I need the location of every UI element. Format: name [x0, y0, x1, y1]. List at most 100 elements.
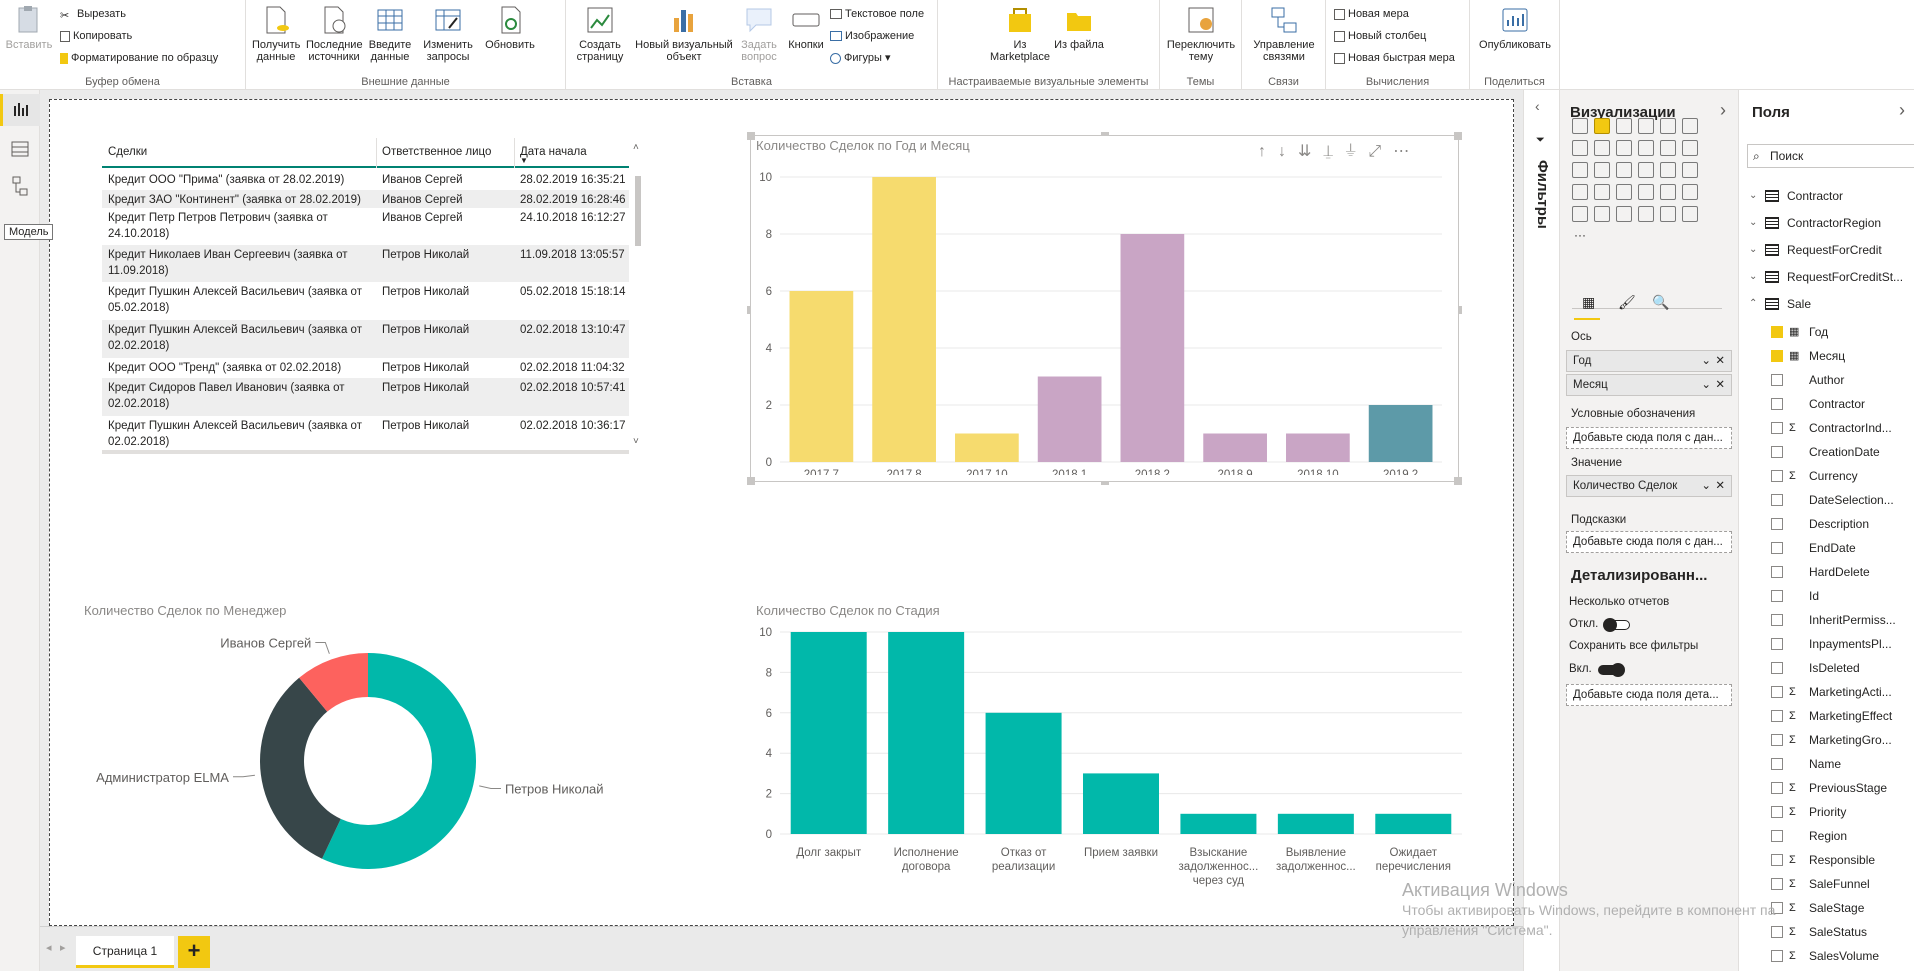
field-checkbox[interactable]	[1771, 326, 1783, 338]
chevron-down-icon[interactable]: ⌄	[1701, 476, 1711, 496]
resize-handle[interactable]	[1454, 132, 1462, 140]
remove-icon[interactable]: ✕	[1715, 351, 1725, 371]
field-item[interactable]: Author	[1739, 368, 1914, 392]
resize-handle[interactable]	[747, 477, 755, 485]
table-row[interactable]: Кредит ООО "Прима" (заявка от 28.02.2019…	[102, 170, 629, 190]
field-table-3[interactable]: ⌄ RequestForCreditSt...	[1739, 265, 1914, 289]
resize-handle[interactable]	[747, 132, 755, 140]
scroll-thumb[interactable]	[635, 176, 641, 246]
bar[interactable]	[888, 632, 965, 834]
visual-type-icon[interactable]	[1616, 118, 1632, 134]
column-header-date[interactable]: Дата начала	[520, 146, 587, 158]
field-checkbox[interactable]	[1771, 686, 1783, 698]
new-page-button[interactable]: Создать страницу	[572, 4, 628, 63]
more-visuals-icon[interactable]: ···	[1574, 228, 1586, 242]
field-checkbox[interactable]	[1771, 758, 1783, 770]
prev-page-icon[interactable]: ◂	[46, 941, 52, 954]
add-page-button[interactable]: +	[178, 936, 210, 968]
model-view-button[interactable]	[0, 170, 40, 202]
bar[interactable]	[1083, 773, 1159, 834]
tooltips-drop-zone[interactable]: Добавьте сюда поля с дан...	[1566, 531, 1732, 553]
chevron-right-icon[interactable]: ›	[1720, 100, 1726, 121]
scroll-down-icon[interactable]: ˅	[633, 436, 639, 447]
chevron-right-icon[interactable]: ⌄	[1749, 211, 1757, 235]
field-checkbox[interactable]	[1771, 494, 1783, 506]
visual-type-icon[interactable]	[1594, 140, 1610, 156]
chart-deals-by-stage[interactable]: 0 2 4 6 8 10 Долг закрыт Исполнение договора Отка…	[752, 622, 1472, 912]
deals-table[interactable]: Сделки Ответственное лицо Дата начала ▼ …	[102, 138, 657, 462]
field-item[interactable]: InpaymentsPl...	[1739, 632, 1914, 656]
bar[interactable]	[985, 712, 1062, 834]
field-item[interactable]: HardDelete	[1739, 560, 1914, 584]
field-table-0[interactable]: ⌄ Contractor	[1739, 184, 1914, 208]
field-checkbox[interactable]	[1771, 374, 1783, 386]
visual-type-icon[interactable]	[1572, 118, 1588, 134]
field-item[interactable]: ▦ Месяц	[1739, 344, 1914, 368]
column-header-deals[interactable]: Сделки	[108, 146, 147, 158]
new-measure-button[interactable]: Новая мера	[1334, 5, 1409, 23]
field-checkbox[interactable]	[1771, 806, 1783, 818]
visual-type-icon[interactable]	[1660, 118, 1676, 134]
field-checkbox[interactable]	[1771, 590, 1783, 602]
chevron-right-icon[interactable]: ⌄	[1749, 184, 1757, 208]
visual-type-icon[interactable]	[1616, 184, 1632, 200]
axis-field-year[interactable]: Год ⌄ ✕	[1566, 350, 1732, 372]
column-separator[interactable]	[514, 138, 515, 168]
publish-button[interactable]: Опубликовать	[1474, 4, 1556, 51]
resize-handle[interactable]	[1101, 481, 1109, 485]
visual-type-icon[interactable]	[1682, 206, 1698, 222]
table-row[interactable]: Кредит Пушкин Алексей Васильевич (заявка…	[102, 320, 629, 358]
chevron-down-icon[interactable]: ⌄	[1701, 375, 1711, 395]
field-item[interactable]: EndDate	[1739, 536, 1914, 560]
manage-relations-button[interactable]: Управление связями	[1246, 4, 1322, 63]
cut-button[interactable]: ✂ Вырезать	[60, 5, 126, 23]
from-marketplace-button[interactable]: Из Marketplace	[990, 4, 1050, 63]
field-item[interactable]: Σ Responsible	[1739, 848, 1914, 872]
field-item[interactable]: Σ MarketingEffect	[1739, 704, 1914, 728]
field-checkbox[interactable]	[1771, 422, 1783, 434]
axis-field-month[interactable]: Месяц ⌄ ✕	[1566, 374, 1732, 396]
visual-type-icon[interactable]	[1638, 140, 1654, 156]
visual-type-icon[interactable]	[1572, 184, 1588, 200]
field-checkbox[interactable]	[1771, 614, 1783, 626]
field-checkbox[interactable]	[1771, 350, 1783, 362]
visual-type-icon[interactable]	[1660, 140, 1676, 156]
bar[interactable]	[1180, 813, 1257, 834]
field-checkbox[interactable]	[1771, 398, 1783, 410]
refresh-button[interactable]: Обновить	[482, 4, 538, 51]
buttons-button[interactable]: Кнопки	[784, 4, 828, 51]
visual-type-icon[interactable]	[1572, 206, 1588, 222]
field-item[interactable]: DateSelection...	[1739, 488, 1914, 512]
table-row[interactable]: Кредит ЗАО "Континент" (заявка от 28.02.…	[102, 190, 629, 208]
shapes-button[interactable]: Фигуры ▾	[830, 49, 891, 67]
format-paint-roller-icon[interactable]: 🖌	[1618, 294, 1636, 311]
bar[interactable]	[789, 291, 854, 462]
resize-handle[interactable]	[1458, 306, 1462, 314]
report-page[interactable]: Сделки Ответственное лицо Дата начала ▼ …	[49, 99, 1514, 926]
field-item[interactable]: Σ MarketingGro...	[1739, 728, 1914, 752]
visual-type-icon[interactable]	[1594, 162, 1610, 178]
visual-type-icon[interactable]	[1638, 118, 1654, 134]
field-table-4[interactable]: ⌃ Sale	[1739, 292, 1914, 316]
table-row[interactable]: Кредит Пушкин Алексей Васильевич (заявка…	[102, 416, 629, 454]
enter-data-button[interactable]: Введите данные	[366, 4, 414, 63]
bar[interactable]	[1277, 813, 1354, 834]
visual-type-icon[interactable]	[1638, 162, 1654, 178]
new-column-button[interactable]: Новый столбец	[1334, 27, 1426, 45]
table-row[interactable]: Кредит Петр Петров Петрович (заявка от 2…	[102, 208, 629, 245]
bar[interactable]	[872, 177, 936, 462]
next-page-icon[interactable]: ▸	[60, 941, 66, 954]
visual-type-icon[interactable]	[1638, 184, 1654, 200]
remove-icon[interactable]: ✕	[1715, 476, 1725, 496]
field-checkbox[interactable]	[1771, 542, 1783, 554]
edit-queries-button[interactable]: Изменить запросы	[420, 4, 476, 63]
report-view-button[interactable]	[0, 94, 40, 126]
column-header-person[interactable]: Ответственное лицо	[382, 146, 491, 158]
table-row[interactable]: Кредит Сидоров Павел Иванович (заявка от…	[102, 378, 629, 416]
visual-type-icon[interactable]	[1660, 162, 1676, 178]
from-file-button[interactable]: Из файла	[1054, 4, 1104, 51]
table-scrollbar[interactable]: ˄ ˅	[633, 142, 643, 447]
field-item[interactable]: Σ SalesVolume	[1739, 944, 1914, 968]
field-table-1[interactable]: ⌄ ContractorRegion	[1739, 211, 1914, 235]
field-item[interactable]: Name	[1739, 752, 1914, 776]
